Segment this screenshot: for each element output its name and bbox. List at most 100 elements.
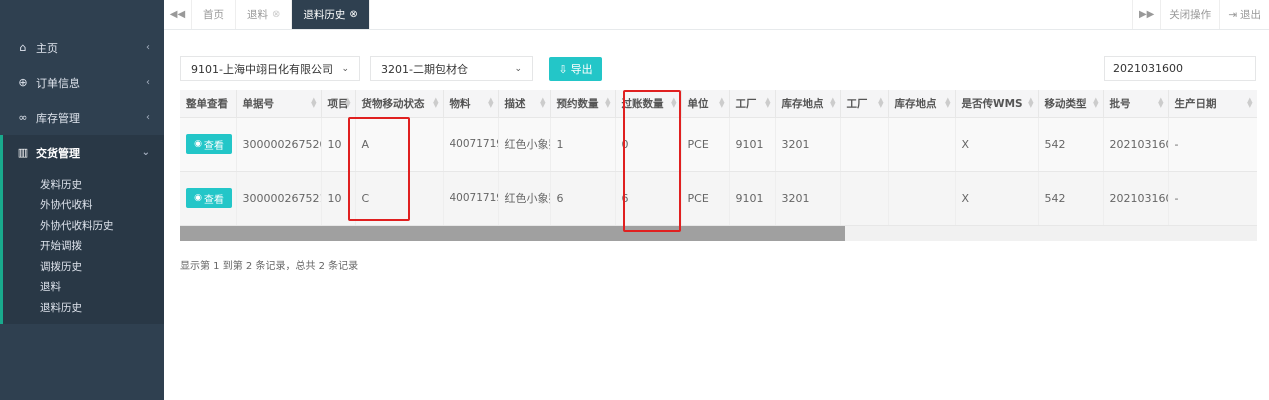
column-header[interactable]: 移动类型 ▲ ▼ [1038, 90, 1104, 118]
tab-home[interactable]: 首页 [192, 0, 236, 29]
tab-label: 首页 [203, 9, 224, 21]
tab-bar: ◀◀ 首页 退料 ⊗ 退料历史 ⊗ ▶▶ 关闭操作 ⇥ 退出 [164, 0, 1269, 30]
column-header[interactable]: 生产日期 ▲ ▼ [1168, 90, 1257, 118]
column-header[interactable]: 预约数量 ▲ ▼ [550, 90, 616, 118]
column-header-label: 货物移动状态 [361, 97, 425, 110]
sidebar-item-orders[interactable]: ⊕ 订单信息 ‹ [0, 65, 164, 100]
table-cell: 3201 [775, 117, 841, 172]
column-header[interactable]: 库存地点 ▲ ▼ [775, 90, 841, 118]
view-button-label: 查看 [203, 140, 224, 152]
table-cell: 542 [1038, 117, 1104, 172]
column-header-label: 批号 [1109, 97, 1131, 110]
chevron-down-icon: ⌄ [141, 147, 150, 158]
tab-label: 退料历史 [303, 9, 346, 21]
column-header-label: 生产日期 [1174, 97, 1217, 110]
close-operations-button[interactable]: 关闭操作 [1160, 0, 1219, 29]
table-cell: 40071719 [443, 171, 499, 226]
sort-icon: ▲ ▼ [1028, 96, 1034, 109]
column-header[interactable]: 单位 ▲ ▼ [681, 90, 730, 118]
scroll-tabs-left-button[interactable]: ◀◀ [164, 0, 192, 29]
submenu-item-outsource-receive[interactable]: 外协代收料 [3, 195, 164, 216]
submenu-item-outsource-receive-history[interactable]: 外协代收料历史 [3, 215, 164, 236]
column-header-label: 库存地点 [781, 97, 824, 110]
table-cell [840, 117, 889, 172]
column-header[interactable]: 库存地点 ▲ ▼ [888, 90, 956, 118]
submenu-item-return-history[interactable]: 退料历史 [3, 297, 164, 318]
view-button[interactable]: ◉ 查看 [186, 188, 232, 208]
table-cell: ◉ 查看 [180, 171, 237, 226]
table-cell: ◉ 查看 [180, 117, 237, 172]
view-button[interactable]: ◉ 查看 [186, 134, 232, 154]
sort-icon: ▲ ▼ [830, 96, 836, 109]
column-header[interactable]: 整单查看 [180, 90, 237, 118]
table-cell [888, 171, 956, 226]
table-cell: 6 [550, 171, 616, 226]
double-right-arrow-icon: ▶▶ [1138, 9, 1155, 20]
sort-icon: ▲ ▼ [1158, 96, 1164, 109]
globe-icon: ⊕ [18, 76, 28, 89]
column-header-label: 整单查看 [186, 97, 228, 110]
sidebar-item-home[interactable]: ⌂ 主页 ‹ [0, 30, 164, 65]
sort-icon: ▲ ▼ [719, 96, 725, 109]
tab-return-history[interactable]: 退料历史 ⊗ [292, 0, 370, 29]
link-icon: ∞ [18, 111, 28, 124]
table-cell: PCE [681, 117, 730, 172]
sort-icon: ▲ ▼ [765, 96, 771, 109]
table-row: ◉查看30000026752010A40071719红色小象婴...10PCE9… [180, 117, 1257, 172]
submenu-item-return[interactable]: 退料 [3, 277, 164, 298]
table-cell: 2021031600 [1103, 171, 1169, 226]
column-header[interactable]: 工厂 ▲ ▼ [729, 90, 776, 118]
table-cell: 红色小象婴... [498, 117, 551, 172]
sidebar-item-label: 主页 [36, 41, 58, 55]
warehouse-select[interactable]: 3201-二期包材仓 ⌄ [370, 56, 533, 81]
close-tab-icon[interactable]: ⊗ [272, 9, 280, 20]
sidebar-item-inventory[interactable]: ∞ 库存管理 ‹ [0, 100, 164, 135]
table-cell: - [1168, 117, 1257, 172]
scrollbar-thumb[interactable] [180, 226, 845, 241]
table-cell [840, 171, 889, 226]
column-header[interactable]: 物料 ▲ ▼ [443, 90, 499, 118]
double-left-arrow-icon: ◀◀ [169, 9, 186, 20]
column-header[interactable]: 批号 ▲ ▼ [1103, 90, 1169, 118]
company-select-value: 9101-上海中翊日化有限公司 [191, 62, 333, 76]
download-icon: ⇩ [558, 62, 568, 76]
scroll-tabs-right-button[interactable]: ▶▶ [1132, 0, 1160, 29]
table-cell: 3201 [775, 171, 841, 226]
column-header-label: 工厂 [735, 97, 757, 110]
table-cell: 2021031600 [1103, 117, 1169, 172]
column-header[interactable]: 是否传WMS ▲ ▼ [955, 90, 1039, 118]
batch-number-input[interactable] [1104, 56, 1256, 81]
column-header[interactable]: 单据号 ▲ ▼ [236, 90, 322, 118]
table-cell: X [955, 117, 1039, 172]
logout-button[interactable]: ⇥ 退出 [1219, 0, 1269, 29]
tab-label: 退料 [247, 9, 268, 21]
column-header[interactable]: 工厂 ▲ ▼ [840, 90, 889, 118]
sidebar-item-label: 库存管理 [36, 111, 80, 125]
table-cell: 9101 [729, 117, 776, 172]
sort-icon: ▲ ▼ [945, 96, 951, 109]
table-cell: 542 [1038, 171, 1104, 226]
table-cell [888, 117, 956, 172]
horizontal-scrollbar[interactable] [180, 226, 1257, 241]
company-select[interactable]: 9101-上海中翊日化有限公司 ⌄ [180, 56, 360, 81]
sidebar-item-label: 交货管理 [36, 146, 80, 160]
highlight-box-status [348, 117, 410, 221]
column-header[interactable]: 项目 ▲ ▼ [321, 90, 356, 118]
view-button-label: 查看 [203, 194, 224, 206]
tab-return[interactable]: 退料 ⊗ [236, 0, 293, 29]
submenu-item-issue-history[interactable]: 发料历史 [3, 174, 164, 195]
close-tab-icon[interactable]: ⊗ [349, 9, 357, 20]
eye-icon: ◉ [194, 193, 202, 203]
highlight-box-posted-qty [623, 90, 681, 232]
chevron-left-icon: ‹ [146, 112, 150, 123]
table-cell: 300000267521 [236, 171, 322, 226]
logout-label: 退出 [1240, 9, 1261, 21]
delivery-submenu: 发料历史 外协代收料 外协代收料历史 开始调拨 调拨历史 退料 退料历史 [0, 170, 164, 324]
submenu-item-start-transfer[interactable]: 开始调拨 [3, 236, 164, 257]
warehouse-select-value: 3201-二期包材仓 [381, 62, 468, 76]
column-header[interactable]: 描述 ▲ ▼ [498, 90, 551, 118]
sidebar-item-delivery[interactable]: ▥ 交货管理 ⌄ [0, 135, 164, 170]
column-header[interactable]: 货物移动状态 ▲ ▼ [355, 90, 444, 118]
export-button[interactable]: ⇩ 导出 [549, 57, 602, 81]
submenu-item-transfer-history[interactable]: 调拨历史 [3, 256, 164, 277]
